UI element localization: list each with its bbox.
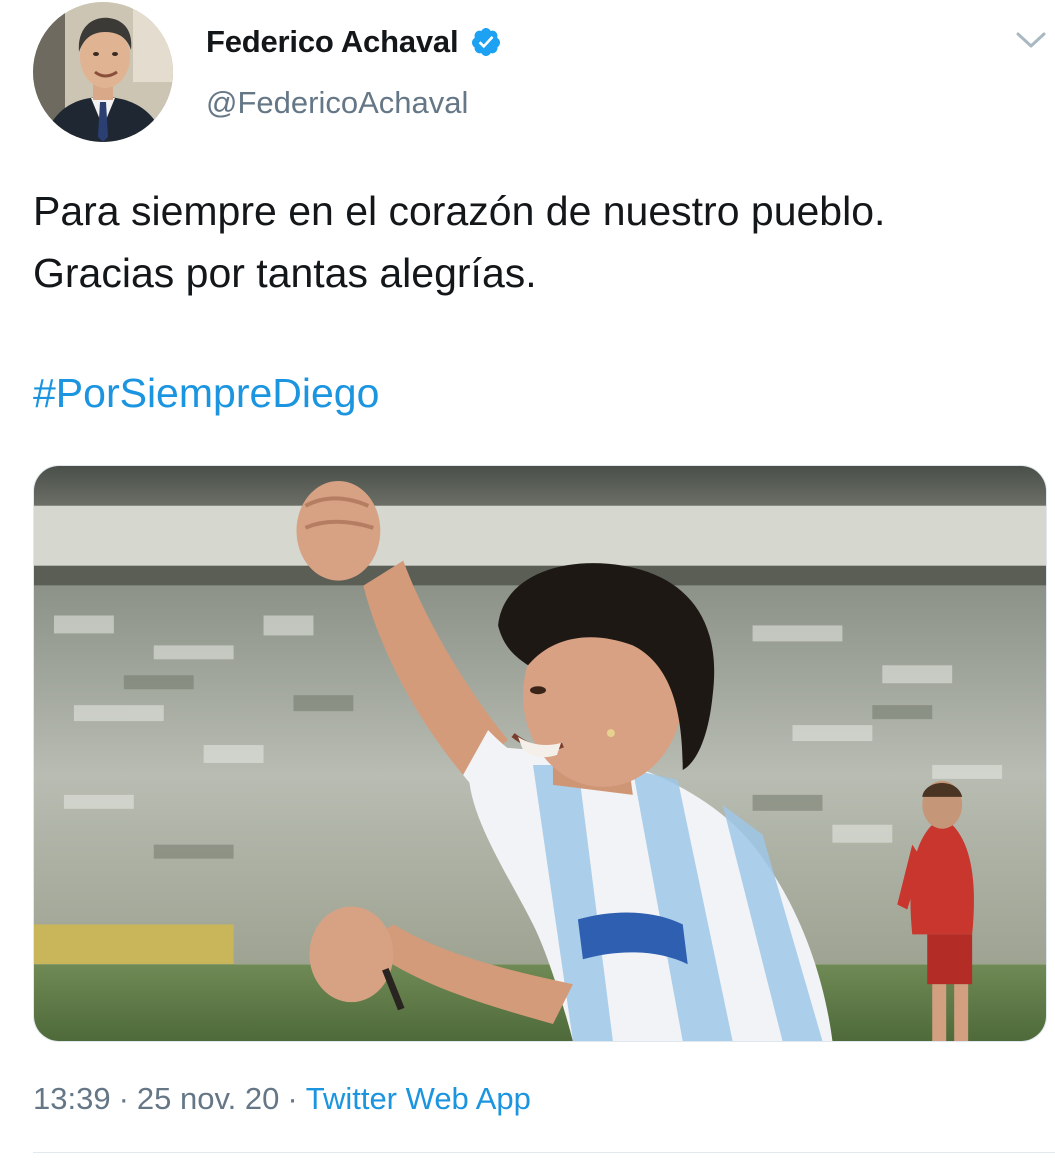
divider	[33, 1152, 1055, 1153]
tweet-meta: 13:39 · 25 nov. 20 · Twitter Web App	[33, 1075, 531, 1123]
verified-badge-icon	[470, 26, 502, 58]
tweet: Federico Achaval @FedericoAchaval Para s…	[0, 0, 1055, 1162]
meta-separator: ·	[118, 1081, 129, 1116]
hashtag-link[interactable]: #PorSiempreDiego	[33, 362, 379, 424]
tweet-text-line: Gracias por tantas alegrías.	[33, 250, 537, 296]
tweet-photo[interactable]	[33, 465, 1047, 1042]
tweet-source-link[interactable]: Twitter Web App	[306, 1081, 531, 1116]
tweet-time[interactable]: 13:39	[33, 1081, 111, 1116]
tweet-date[interactable]: 25 nov. 20	[137, 1081, 279, 1116]
chevron-down-icon[interactable]	[1014, 28, 1048, 52]
meta-separator: ·	[287, 1081, 298, 1116]
avatar[interactable]	[33, 2, 173, 142]
tweet-photo-image	[34, 466, 1046, 1041]
avatar-image	[33, 2, 173, 142]
tweet-text-line: Para siempre en el corazón de nuestro pu…	[33, 188, 886, 234]
author-name-row[interactable]: Federico Achaval	[206, 22, 502, 62]
author-display-name[interactable]: Federico Achaval	[206, 24, 459, 60]
tweet-text: Para siempre en el corazón de nuestro pu…	[33, 180, 1033, 304]
author-handle[interactable]: @FedericoAchaval	[206, 85, 468, 121]
